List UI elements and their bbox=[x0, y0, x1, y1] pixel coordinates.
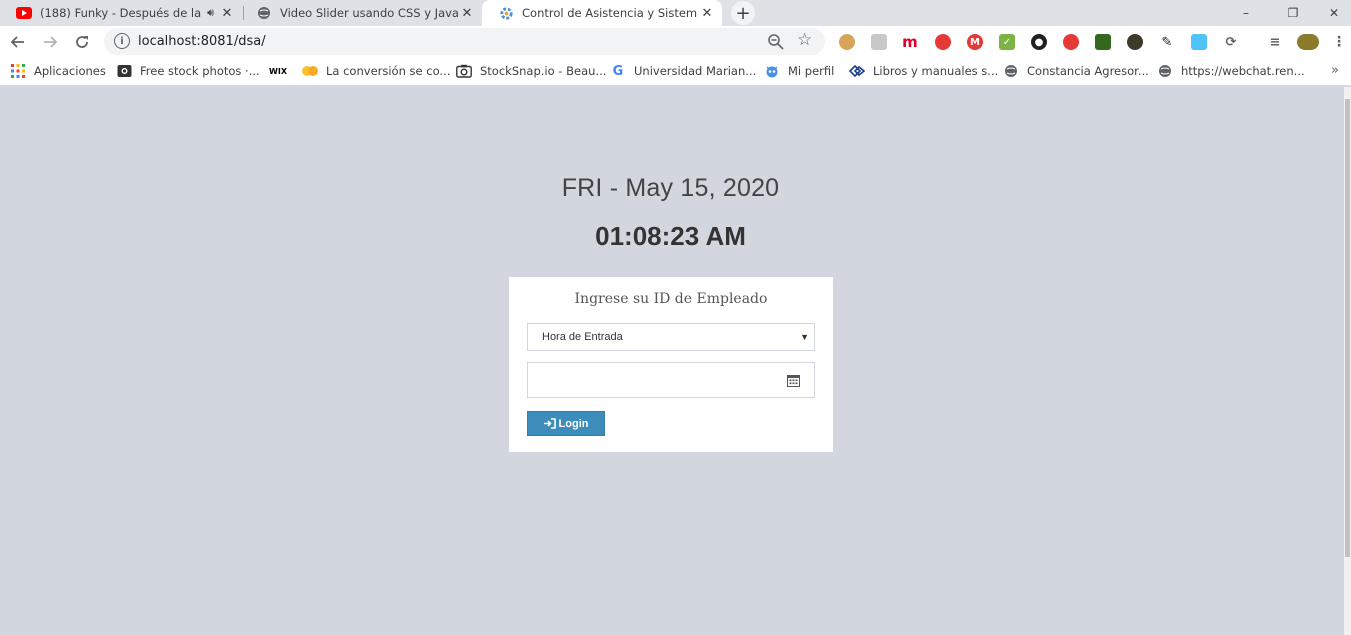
url-text[interactable]: localhost:8081/dsa/ bbox=[138, 34, 266, 49]
forward-arrow-icon bbox=[44, 36, 58, 48]
close-tab-icon[interactable]: ✕ bbox=[458, 4, 476, 22]
speaker-icon[interactable]: 🔊︎ bbox=[207, 6, 214, 20]
current-time: 01:08:23 AM bbox=[595, 221, 746, 251]
globe-icon bbox=[256, 5, 272, 21]
zoom-out-icon[interactable] bbox=[767, 33, 785, 51]
back-button[interactable] bbox=[5, 29, 31, 55]
playlist-icon[interactable]: ≡ bbox=[1267, 34, 1283, 50]
tab-title: (188) Funky - Después de la bbox=[40, 6, 202, 20]
bookmark-label: La conversión se co... bbox=[326, 64, 451, 78]
bookmark-label: Constancia Agresor... bbox=[1027, 64, 1149, 78]
bookmark-libros[interactable]: Libros y manuales s... bbox=[849, 62, 998, 80]
gmail-icon[interactable]: M bbox=[967, 34, 983, 50]
tab-strip: (188) Funky - Después de la 🔊︎ ✕ Video S… bbox=[0, 0, 1351, 26]
login-title: Ingrese su ID de Empleado bbox=[574, 291, 768, 307]
globe-icon bbox=[1157, 63, 1173, 79]
new-tab-button[interactable]: + bbox=[731, 1, 755, 25]
bookmark-stocksnap[interactable]: StockSnap.io - Beau... bbox=[456, 62, 606, 80]
current-date: FRI - May 15, 2020 bbox=[561, 174, 780, 202]
info-icon[interactable]: i bbox=[114, 33, 130, 49]
square-icon[interactable] bbox=[1191, 34, 1207, 50]
bookmark-star-icon[interactable]: ☆ bbox=[797, 30, 812, 50]
camera-icon bbox=[456, 63, 472, 79]
calendar-icon bbox=[787, 375, 800, 387]
globe-icon bbox=[1003, 63, 1019, 79]
reload-button[interactable] bbox=[69, 29, 95, 55]
bookmark-label: Libros y manuales s... bbox=[873, 64, 999, 78]
m-icon[interactable]: m bbox=[902, 33, 918, 51]
gear-icon bbox=[498, 5, 514, 21]
minimize-button[interactable]: – bbox=[1223, 0, 1269, 26]
youtube-icon bbox=[16, 5, 32, 21]
back-arrow-icon bbox=[10, 36, 24, 48]
bookmark-constancia[interactable]: Constancia Agresor... bbox=[1003, 62, 1149, 80]
bookmark-label: StockSnap.io - Beau... bbox=[480, 64, 607, 78]
tab-title: Video Slider usando CSS y JavaSc bbox=[280, 6, 458, 20]
apps-grid-icon bbox=[10, 63, 26, 79]
reload-icon bbox=[76, 36, 88, 48]
google-icon: G bbox=[612, 63, 624, 79]
python-icon[interactable] bbox=[1127, 34, 1143, 50]
bookmark-wix[interactable]: WIX bbox=[269, 62, 295, 80]
bookmark-label: Mi perfil bbox=[788, 64, 835, 78]
restore-button[interactable]: ❐ bbox=[1270, 0, 1316, 26]
check-icon[interactable]: ✓ bbox=[999, 34, 1015, 50]
bookmark-label: Universidad Marian... bbox=[634, 64, 757, 78]
bookmarks-overflow-icon[interactable]: » bbox=[1331, 63, 1339, 78]
browser-toolbar: i localhost:8081/dsa/ ☆ m M ✓ ● ✎ ⟳ ≡ ⋮ bbox=[0, 26, 1351, 57]
attendance-type-select[interactable]: Hora de Entrada ▼ bbox=[527, 323, 815, 351]
tools-icon[interactable]: ✎ bbox=[1159, 34, 1175, 50]
shirt-icon[interactable] bbox=[1095, 34, 1111, 50]
menu-kebab-icon[interactable]: ⋮ bbox=[1331, 34, 1347, 50]
tab-video-slider[interactable]: Video Slider usando CSS y JavaSc ✕ bbox=[240, 0, 482, 26]
select-value: Hora de Entrada bbox=[542, 331, 623, 343]
scrollbar-thumb[interactable] bbox=[1345, 99, 1350, 557]
bookmarks-bar: Aplicaciones Free stock photos ·... WIX … bbox=[0, 57, 1351, 86]
cookie-icon[interactable] bbox=[839, 34, 855, 50]
bookmark-free-stock-photos[interactable]: Free stock photos ·... bbox=[116, 62, 260, 80]
tab-youtube[interactable]: (188) Funky - Después de la 🔊︎ ✕ bbox=[0, 0, 242, 26]
bookmark-aplicaciones[interactable]: Aplicaciones bbox=[10, 62, 106, 80]
page-scrollbar[interactable] bbox=[1344, 87, 1351, 635]
tab-title: Control de Asistencia y Sistema d bbox=[522, 6, 698, 20]
forward-button[interactable] bbox=[37, 29, 63, 55]
record-icon[interactable]: ● bbox=[1031, 34, 1047, 50]
bookmark-label: Aplicaciones bbox=[34, 64, 106, 78]
pin-icon[interactable] bbox=[1063, 34, 1079, 50]
box-icon[interactable] bbox=[871, 34, 887, 50]
login-button-label: Login bbox=[558, 417, 589, 430]
tab-control-asistencia[interactable]: Control de Asistencia y Sistema d ✕ bbox=[482, 0, 722, 26]
wix-icon: WIX bbox=[269, 66, 287, 76]
close-tab-icon[interactable]: ✕ bbox=[698, 4, 716, 22]
bookmark-webchat[interactable]: https://webchat.ren... bbox=[1157, 62, 1305, 80]
chevron-down-icon: ▼ bbox=[800, 332, 809, 342]
emoji-icon bbox=[302, 63, 318, 79]
login-box: Ingrese su ID de Empleado Hora de Entrad… bbox=[509, 277, 833, 452]
books-icon bbox=[849, 63, 865, 79]
camera-icon bbox=[116, 63, 132, 79]
login-button[interactable]: Login bbox=[527, 411, 605, 436]
hand-icon[interactable] bbox=[935, 34, 951, 50]
avatar-icon[interactable] bbox=[1297, 34, 1319, 50]
sync-icon[interactable]: ⟳ bbox=[1223, 34, 1239, 50]
close-tab-icon[interactable]: ✕ bbox=[218, 4, 236, 22]
bookmark-label: https://webchat.ren... bbox=[1181, 64, 1305, 78]
close-window-button[interactable]: ✕ bbox=[1317, 0, 1351, 26]
address-bar[interactable]: i localhost:8081/dsa/ ☆ bbox=[104, 28, 825, 55]
bookmark-la-conversion[interactable]: La conversión se co... bbox=[302, 62, 450, 80]
employee-id-input[interactable] bbox=[527, 362, 815, 398]
sign-in-icon bbox=[543, 418, 556, 429]
robot-icon bbox=[764, 63, 780, 79]
bookmark-label: Free stock photos ·... bbox=[140, 64, 260, 78]
bookmark-mi-perfil[interactable]: Mi perfil bbox=[764, 62, 834, 80]
bookmark-universidad[interactable]: G Universidad Marian... bbox=[610, 62, 757, 80]
